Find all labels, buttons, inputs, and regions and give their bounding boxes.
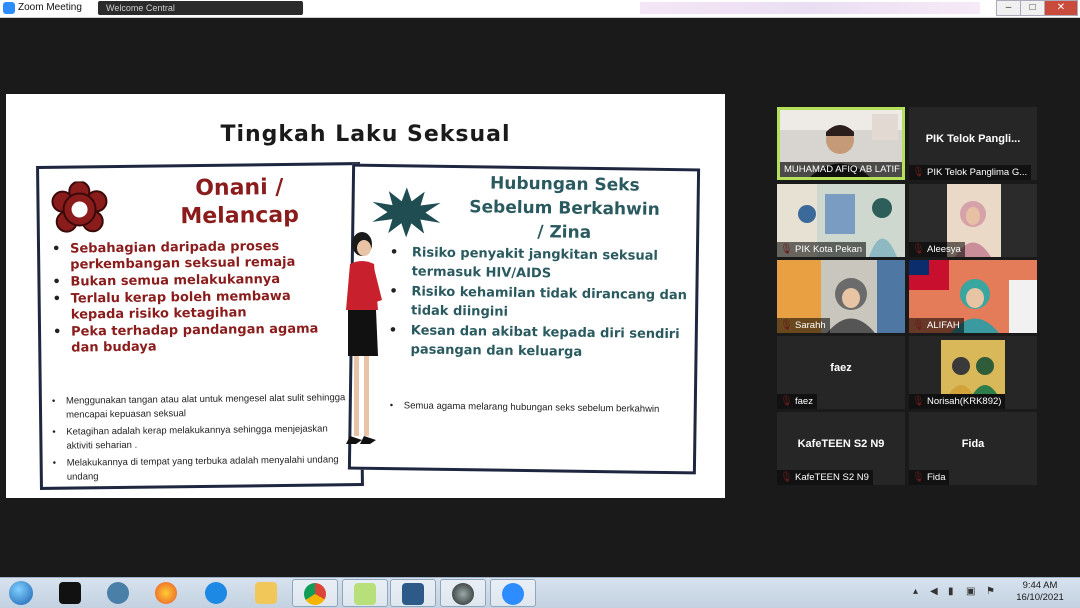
zoom-icon xyxy=(502,583,524,605)
participant-tile[interactable]: KafeTEEN S2 N9 🎙 KafeTEEN S2 N9 xyxy=(777,412,905,485)
right-note: Semua agama melarang hubungan seks sebel… xyxy=(382,399,682,417)
left-bullet: Sebahagian daripada proses perkembangan … xyxy=(46,238,346,274)
participant-display-name: KafeTEEN S2 N9 xyxy=(797,438,885,450)
left-note: Menggunakan tangan atau alat untuk menge… xyxy=(48,391,348,423)
participant-tile[interactable]: Fida 🎙 Fida xyxy=(909,412,1037,485)
windows-orb-icon xyxy=(9,581,33,605)
network-icon[interactable]: ▣ xyxy=(966,586,976,598)
power-icon[interactable]: ▮ xyxy=(948,586,958,598)
folder-icon xyxy=(255,582,277,604)
participant-display-name: faez xyxy=(830,362,852,374)
right-heading-line3: / Zina xyxy=(537,222,592,243)
participant-tile[interactable]: 🎙 PIK Kota Pekan xyxy=(777,184,905,257)
participant-name: Norisah(KRK892) xyxy=(909,394,1006,409)
right-heading-line2: Sebelum Berkahwin xyxy=(469,197,660,220)
start-button[interactable] xyxy=(2,579,42,607)
chrome-icon xyxy=(304,583,326,605)
zoom-app-icon xyxy=(3,2,15,14)
left-note: Melakukannya di tempat yang terbuka adal… xyxy=(49,453,349,485)
taskbar-app[interactable] xyxy=(390,579,436,607)
right-bullets: Risiko penyakit jangkitan seksual termas… xyxy=(380,243,692,364)
participant-tile[interactable]: 🎙 Sarahh xyxy=(777,260,905,333)
taskbar-app[interactable] xyxy=(440,579,486,607)
participant-tile[interactable]: MUHAMAD AFIQ AB LATIF xyxy=(777,107,905,180)
left-bullets: Sebahagian daripada proses perkembangan … xyxy=(46,238,347,358)
action-center-icon[interactable]: ⚑ xyxy=(986,586,996,598)
left-heading-line2: Melancap xyxy=(180,202,300,230)
right-heading-line1: Hubungan Seks xyxy=(489,173,640,196)
system-clock[interactable]: 9:44 AM 16/10/2021 xyxy=(1005,580,1075,604)
window-title: Zoom Meeting xyxy=(18,2,82,13)
right-bullet: Kesan dan akibat kepada diri sendiri pas… xyxy=(380,321,691,363)
shared-screen-slide: Tingkah Laku Seksual Onani / Melancap Se… xyxy=(6,94,725,498)
flower-icon xyxy=(51,181,108,233)
restore-button[interactable]: □ xyxy=(1020,0,1045,16)
participant-name: MUHAMAD AFIQ AB LATIF xyxy=(780,162,902,177)
blurred-tab-strip: Welcome Central xyxy=(98,1,303,15)
network-app-icon xyxy=(107,582,129,604)
taskbar-app[interactable] xyxy=(96,579,142,607)
taskbar-app[interactable] xyxy=(490,579,536,607)
participant-tile[interactable]: PIK Telok Pangli... 🎙 PIK Telok Panglima… xyxy=(909,107,1037,180)
left-notes: Menggunakan tangan atau alat untuk menge… xyxy=(48,391,349,488)
participant-display-name: PIK Telok Pangli... xyxy=(925,133,1021,145)
participant-name: Fida xyxy=(909,470,950,485)
firefox-icon xyxy=(155,582,177,604)
taskbar-app[interactable] xyxy=(48,579,94,607)
internet-explorer-icon xyxy=(205,582,227,604)
participant-name: Sarahh xyxy=(777,318,830,333)
taskbar-app[interactable] xyxy=(342,579,388,607)
clock-time: 9:44 AM xyxy=(1022,580,1058,591)
close-button[interactable]: ✕ xyxy=(1044,0,1078,16)
minimize-button[interactable]: – xyxy=(996,0,1021,16)
onani-card: Onani / Melancap Sebahagian daripada pro… xyxy=(36,162,364,490)
participant-name: PIK Kota Pekan xyxy=(777,242,867,257)
dreamweaver-icon xyxy=(59,582,81,604)
camera-icon xyxy=(452,583,474,605)
volume-icon[interactable]: ◀ xyxy=(930,586,940,598)
blurred-region xyxy=(640,2,980,14)
taskbar-app[interactable] xyxy=(244,579,290,607)
participant-name: faez xyxy=(777,394,817,409)
participant-name: PIK Telok Panglima G... xyxy=(909,165,1032,180)
taskbar-app[interactable] xyxy=(292,579,338,607)
tab-title: Welcome Central xyxy=(106,3,175,13)
taskbar-app[interactable] xyxy=(194,579,240,607)
windows-taskbar: ▴ ◀ ▮ ▣ ⚑ 9:44 AM 16/10/2021 xyxy=(0,577,1080,608)
zina-card: Hubungan Seks Sebelum Berkahwin / Zina R… xyxy=(347,163,701,475)
participant-display-name: Fida xyxy=(961,438,985,450)
left-bullet: Terlalu kerap boleh membawa kepada risik… xyxy=(47,288,347,324)
participant-tile[interactable]: 🎙 Norisah(KRK892) xyxy=(909,336,1037,409)
participant-tile[interactable]: 🎙 Aleesya xyxy=(909,184,1037,257)
participant-tile[interactable]: faez 🎙 faez xyxy=(777,336,905,409)
right-notes: Semua agama melarang hubungan seks sebel… xyxy=(382,399,682,417)
left-heading-line1: Onani / xyxy=(195,174,284,202)
taskbar-app[interactable] xyxy=(144,579,190,607)
participant-name: KafeTEEN S2 N9 xyxy=(777,470,873,485)
right-bullet: Risiko penyakit jangkitan seksual termas… xyxy=(382,243,693,285)
window-title-bar: Zoom Meeting Welcome Central – □ ✕ xyxy=(0,0,1080,18)
right-heading: Hubungan Seks Sebelum Berkahwin / Zina xyxy=(444,171,685,246)
participant-tile[interactable]: 🎙 ALIFAH xyxy=(909,260,1037,333)
show-hidden-icons-icon[interactable]: ▴ xyxy=(913,586,923,598)
slide-title: Tingkah Laku Seksual xyxy=(220,122,511,147)
woman-illustration xyxy=(346,232,382,444)
participant-name: Aleesya xyxy=(909,242,965,257)
left-bullet: Peka terhadap pandangan agama dan budaya xyxy=(47,321,347,357)
clock-date: 16/10/2021 xyxy=(1016,592,1064,603)
right-bullet: Risiko kehamilan tidak dirancang dan tid… xyxy=(381,282,692,324)
participant-name: ALIFAH xyxy=(909,318,964,333)
remote-desktop-icon xyxy=(402,583,424,605)
left-note: Ketagihan adalah kerap melakukannya sehi… xyxy=(48,422,348,454)
sticky-notes-icon xyxy=(354,583,376,605)
left-heading: Onani / Melancap xyxy=(134,173,345,232)
